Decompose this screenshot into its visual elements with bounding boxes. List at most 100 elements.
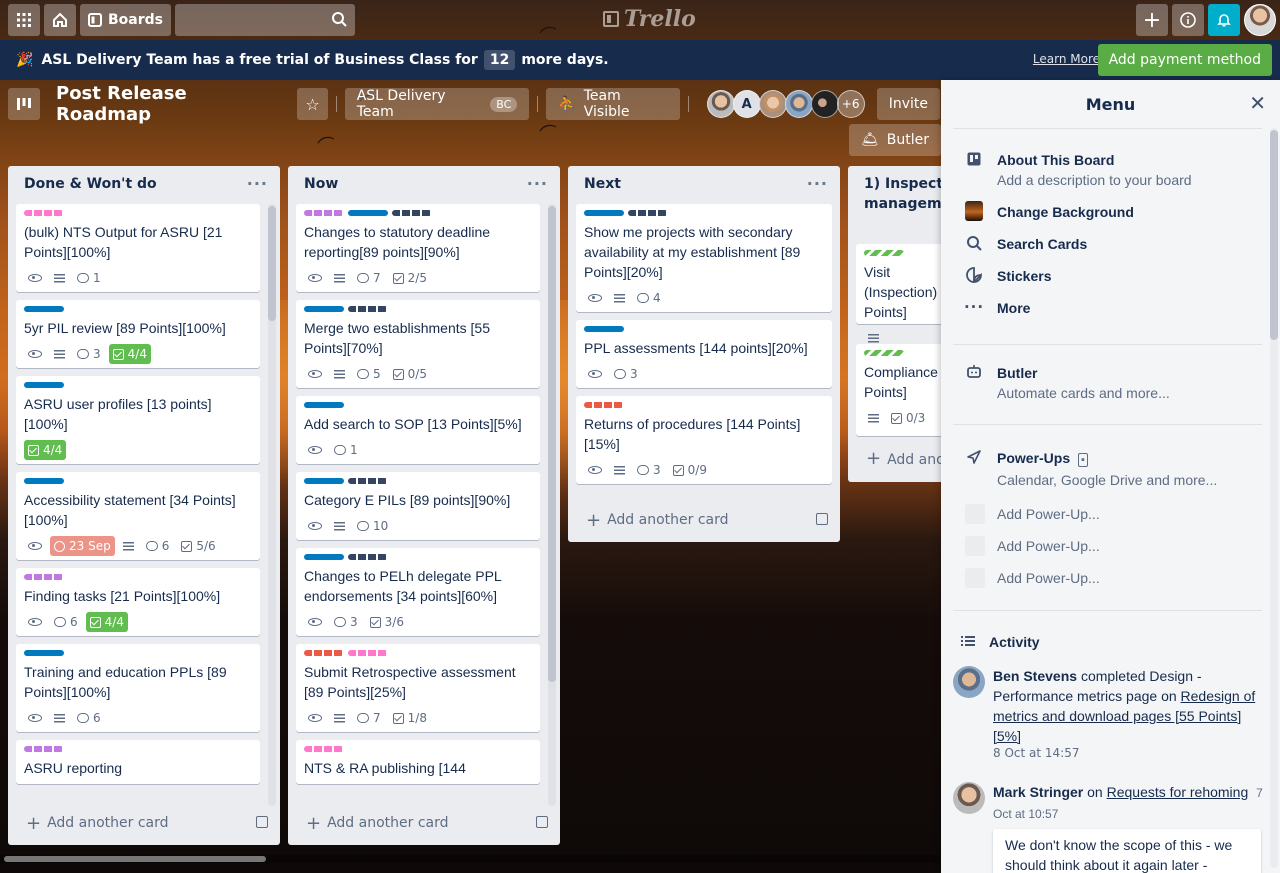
label-blue[interactable] (304, 306, 344, 312)
activity-timestamp[interactable]: 8 Oct at 14:57 (993, 746, 1269, 760)
label-pink[interactable] (348, 650, 388, 656)
star-board-button[interactable]: ☆ (297, 88, 328, 120)
label-navy[interactable] (348, 478, 388, 484)
search-input[interactable] (175, 4, 355, 36)
card[interactable]: Accessibility statement [34 Points][100%… (16, 472, 260, 560)
label-purple[interactable] (24, 574, 64, 580)
label-blue[interactable] (584, 326, 624, 332)
card[interactable]: 5yr PIL review [89 Points][100%] 3 4/4 (16, 300, 260, 368)
add-card-button[interactable]: + Add another card (16, 809, 272, 837)
label-red[interactable] (584, 402, 624, 408)
add-card-button[interactable]: + Add another card (576, 506, 832, 534)
label-navy[interactable] (348, 306, 388, 312)
label-blue[interactable] (348, 210, 388, 216)
board-view-switcher[interactable] (8, 88, 40, 120)
member-avatar[interactable] (784, 90, 813, 118)
label-blue[interactable] (304, 554, 344, 560)
label-blue[interactable] (24, 478, 64, 484)
add-power-up-slot[interactable]: Add Power-Up... (965, 568, 1100, 588)
member-avatar[interactable] (758, 90, 787, 118)
invite-button[interactable]: Invite (876, 88, 940, 120)
more-item[interactable]: ··· More (964, 298, 1031, 318)
card[interactable]: Changes to statutory deadline reporting[… (296, 204, 540, 292)
label-green[interactable] (864, 350, 904, 356)
label-purple[interactable] (24, 746, 64, 752)
list-title[interactable]: Next (584, 176, 621, 192)
label-blue[interactable] (584, 210, 624, 216)
label-green[interactable] (864, 250, 904, 256)
label-navy[interactable] (628, 210, 668, 216)
label-purple[interactable] (304, 210, 344, 216)
power-ups-item[interactable]: Power-Ups ▪ Calendar, Google Drive and m… (965, 448, 1217, 490)
card[interactable]: PPL assessments [144 points][20%] 3 (576, 320, 832, 388)
trello-logo[interactable]: Trello (603, 6, 696, 32)
list-menu-icon[interactable]: ··· (247, 174, 268, 193)
scrollbar-thumb[interactable] (4, 856, 266, 862)
info-button[interactable] (1172, 4, 1204, 36)
board-horizontal-scrollbar[interactable] (0, 855, 940, 863)
card[interactable]: (bulk) NTS Output for ASRU [21 Points][1… (16, 204, 260, 292)
label-blue[interactable] (304, 402, 344, 408)
list-title[interactable]: Done & Won't do (24, 176, 157, 192)
card[interactable]: Add search to SOP [13 Points][5%] 1 (296, 396, 540, 464)
add-card-button[interactable]: + Add another card (296, 809, 552, 837)
avatar[interactable] (953, 666, 985, 698)
more-members-button[interactable]: +6 (836, 90, 865, 118)
add-power-up-slot[interactable]: Add Power-Up... (965, 504, 1100, 524)
list-header[interactable]: Done & Won't do ··· (8, 166, 280, 202)
search-cards-item[interactable]: Search Cards (965, 234, 1087, 254)
label-blue[interactable] (24, 382, 64, 388)
boards-button[interactable]: Boards (80, 4, 171, 36)
add-power-up-slot[interactable]: Add Power-Up... (965, 536, 1100, 556)
member-avatar[interactable]: A (732, 90, 761, 118)
label-pink[interactable] (24, 210, 64, 216)
card[interactable]: ASRU user profiles [13 points][100%] 4/4 (16, 376, 260, 464)
list-menu-icon[interactable]: ··· (807, 174, 828, 193)
avatar[interactable] (953, 782, 985, 814)
butler-item[interactable]: Butler Automate cards and more... (965, 363, 1170, 403)
apps-grid-button[interactable] (8, 4, 40, 36)
member-avatar[interactable] (706, 90, 735, 118)
card[interactable]: Merge two establishments [55 Points][70%… (296, 300, 540, 388)
label-red[interactable] (304, 650, 344, 656)
card[interactable]: Finding tasks [21 Points][100%] 6 4/4 (16, 568, 260, 636)
list-header[interactable]: Next ··· (568, 166, 840, 202)
card[interactable]: Visit (Inspection) Points] (856, 244, 941, 343)
list-title[interactable]: Now (304, 176, 338, 192)
label-blue[interactable] (304, 478, 344, 484)
list-menu-icon[interactable]: ··· (527, 174, 548, 193)
activity-card-link[interactable]: Requests for rehoming (1107, 784, 1249, 800)
activity-user[interactable]: Ben Stevens (993, 668, 1077, 684)
label-blue[interactable] (24, 306, 64, 312)
home-button[interactable] (44, 4, 76, 36)
card[interactable]: Returns of procedures [144 Points][15%] … (576, 396, 832, 484)
change-background-item[interactable]: Change Background (965, 201, 1134, 222)
list-header[interactable]: Now ··· (288, 166, 560, 202)
create-button[interactable]: + (1136, 4, 1168, 36)
learn-more-link[interactable]: Learn More (1033, 52, 1100, 66)
card-template-icon[interactable] (256, 816, 268, 828)
about-board-item[interactable]: About This Board Add a description to yo… (965, 150, 1192, 190)
card[interactable]: Changes to PELh delegate PPL endorsement… (296, 548, 540, 636)
menu-scrollbar[interactable] (1270, 128, 1278, 868)
card[interactable]: NTS & RA publishing [144 (296, 740, 540, 784)
card-template-icon[interactable] (816, 513, 828, 525)
user-avatar[interactable] (1244, 4, 1276, 36)
notifications-button[interactable] (1208, 4, 1240, 36)
card[interactable]: Compliance Points] 0/3 (856, 344, 941, 436)
card[interactable]: Category E PILs [89 points][90%] 10 (296, 472, 540, 540)
card-template-icon[interactable] (536, 816, 548, 828)
card[interactable]: ASRU reporting (16, 740, 260, 784)
label-navy[interactable] (348, 554, 388, 560)
stickers-item[interactable]: Stickers (965, 266, 1051, 286)
butler-button[interactable]: 🛎 Butler (849, 124, 942, 156)
card[interactable]: Training and education PPLs [89 Points][… (16, 644, 260, 732)
card[interactable]: Submit Retrospective assessment [89 Poin… (296, 644, 540, 732)
visibility-button[interactable]: ⛹ Team Visible (546, 88, 680, 120)
team-button[interactable]: ASL Delivery Team BC (344, 88, 530, 120)
label-blue[interactable] (24, 650, 64, 656)
activity-user[interactable]: Mark Stringer (993, 784, 1083, 800)
card[interactable]: Show me projects with secondary availabi… (576, 204, 832, 312)
add-payment-button[interactable]: Add payment method (1097, 44, 1272, 76)
board-title[interactable]: Post Release Roadmap (56, 83, 281, 125)
